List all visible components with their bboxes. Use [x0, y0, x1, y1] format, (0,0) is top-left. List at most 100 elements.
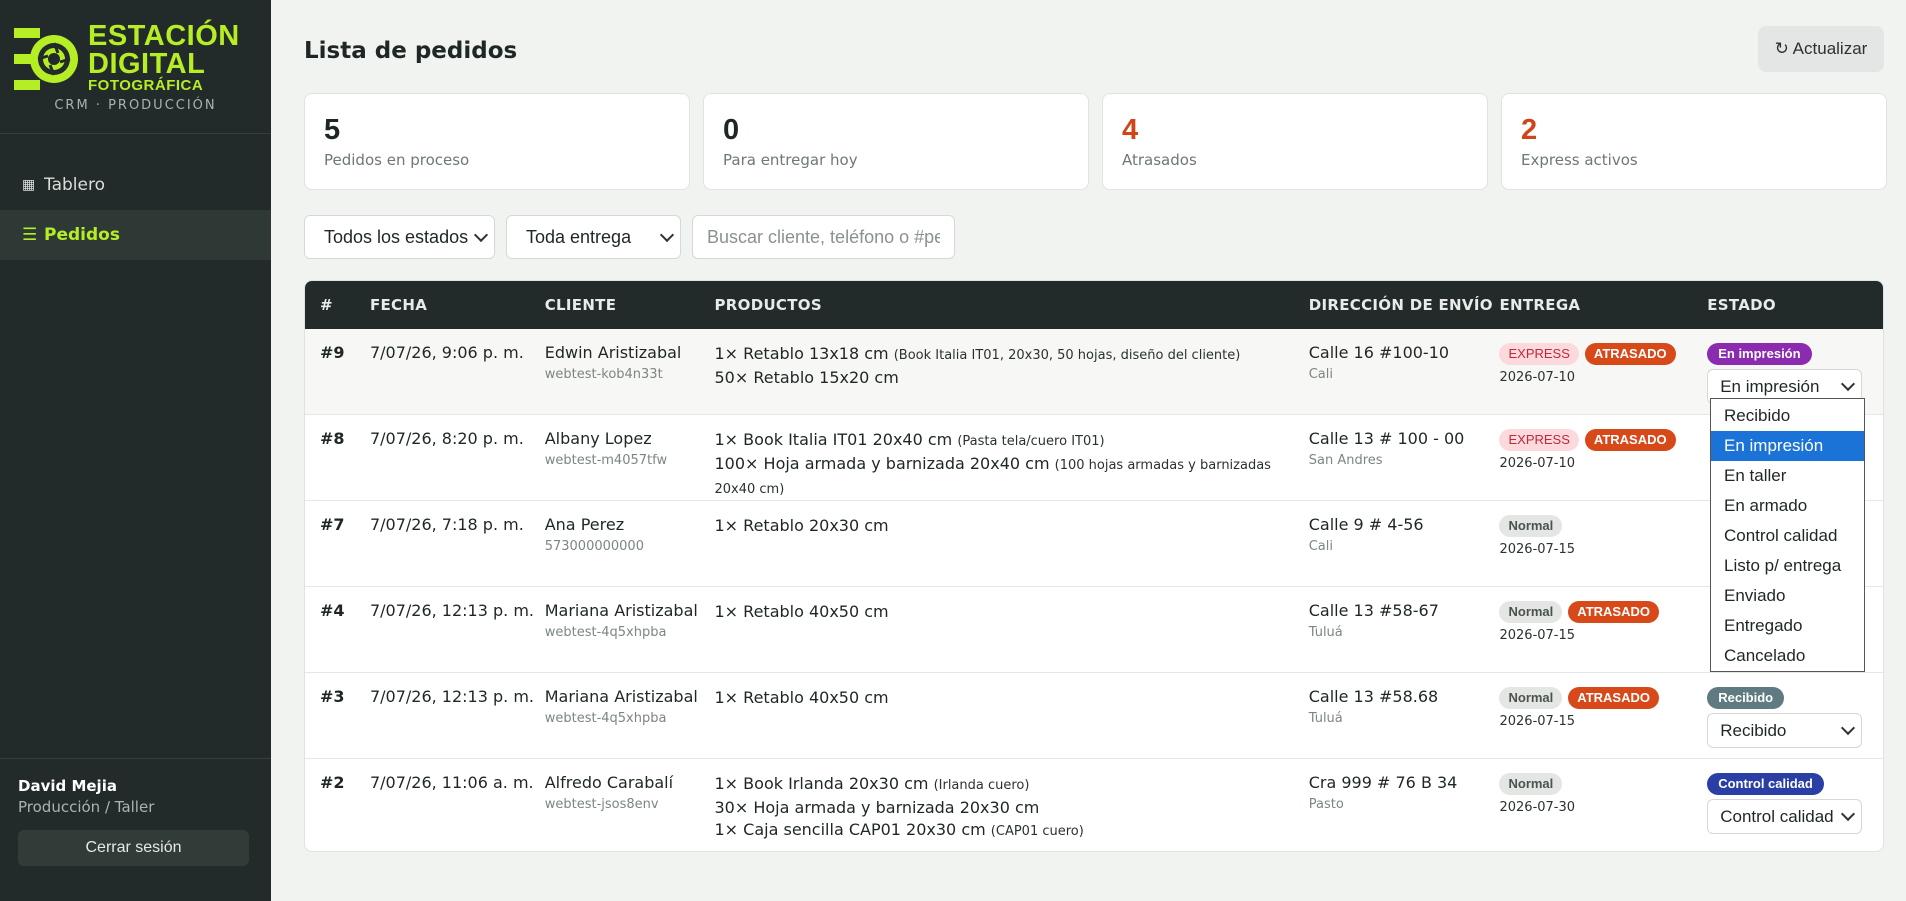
stat-value: 0 — [723, 114, 740, 146]
delivery-date: 2026-07-15 — [1499, 714, 1576, 729]
column-header: CLIENTE — [544, 296, 617, 314]
delivery-cell: EXPRESS ATRASADO 2026-07-10 — [1499, 343, 1707, 414]
status-select-value: Control calidad — [1720, 806, 1834, 826]
delivery-cell: Normal ATRASADO 2026-07-15 — [1499, 601, 1707, 672]
client-cell: Albany Lopez webtest-m4057tfw — [545, 429, 715, 500]
delivery-date: 2026-07-15 — [1499, 628, 1576, 643]
brand-name: ESTACIÓN DIGITAL FOTOGRÁFICA — [88, 22, 240, 94]
dropdown-option-listo-entrega[interactable]: Listo p/ entrega — [1711, 551, 1864, 581]
logout-button[interactable]: Cerrar sesión — [18, 830, 249, 866]
column-header: FECHA — [369, 296, 428, 314]
order-number: #4 — [320, 601, 345, 620]
user-name: David Mejia — [18, 777, 117, 795]
product-line: 100× Hoja armada y barnizada 20x40 cm (1… — [715, 453, 1309, 501]
order-date: 7/07/26, 8:20 p. m. — [369, 429, 524, 448]
stat-label: Pedidos en proceso — [324, 151, 470, 169]
sidebar-item-tablero[interactable]: ▦ Tablero — [0, 160, 271, 210]
sidebar-item-label: Pedidos — [44, 225, 120, 245]
client-id: webtest-4q5xhpba — [544, 625, 667, 640]
city: Tuluá — [1308, 625, 1343, 640]
product-text: 100× Hoja armada y barnizada 20x40 cm — [714, 454, 1050, 473]
products-cell: 1× Retablo 40x50 cm — [715, 687, 1309, 758]
status-badge: Recibido — [1707, 687, 1785, 709]
address: Cra 999 # 76 B 34 — [1308, 773, 1458, 792]
refresh-button[interactable]: ↻ Actualizar — [1758, 26, 1884, 72]
table-row[interactable]: #2 7/07/26, 11:06 a. m. Alfredo Carabalí… — [305, 759, 1883, 851]
status-badge: Control calidad — [1707, 773, 1824, 795]
address: Calle 13 #58.68 — [1308, 687, 1439, 706]
product-line: 50× Retablo 15x20 cm — [715, 367, 1309, 389]
product-text: 1× Retablo 13x18 cm — [714, 344, 889, 363]
status-cell: Recibido Recibido — [1707, 687, 1883, 758]
status-filter-value: Todos los estados — [324, 226, 469, 247]
client-cell: Ana Perez 573000000000 — [545, 515, 715, 586]
stat-card: 0 Para entregar hoy — [703, 93, 1089, 190]
delivery-cell: Normal 2026-07-15 — [1499, 515, 1707, 586]
delivery-filter-select[interactable]: Toda entrega — [506, 215, 681, 259]
column-header: ESTADO — [1707, 296, 1776, 314]
table-row[interactable]: #3 7/07/26, 12:13 p. m. Mariana Aristiza… — [305, 673, 1883, 759]
dropdown-option-en-taller[interactable]: En taller — [1711, 461, 1864, 491]
sidebar-item-pedidos[interactable]: ☰ Pedidos — [0, 210, 271, 260]
dropdown-option-control-calidad[interactable]: Control calidad — [1711, 521, 1864, 551]
list-icon: ☰ — [22, 225, 38, 245]
delivery-date: 2026-07-30 — [1499, 800, 1576, 815]
dropdown-option-entregado[interactable]: Entregado — [1711, 611, 1864, 641]
camera-shutter-logo-icon — [14, 28, 78, 90]
stat-label: Para entregar hoy — [723, 151, 858, 169]
late-badge: ATRASADO — [1568, 687, 1659, 709]
address-cell: Cra 999 # 76 B 34 Pasto — [1309, 773, 1500, 851]
client-name: Albany Lopez — [544, 429, 652, 448]
address: Calle 13 #58-67 — [1308, 601, 1439, 620]
dropdown-option-cancelado[interactable]: Cancelado — [1711, 641, 1864, 671]
status-select[interactable]: Recibido — [1707, 713, 1863, 748]
late-badge: ATRASADO — [1568, 601, 1659, 623]
dropdown-option-en-impresion[interactable]: En impresión — [1711, 431, 1864, 461]
client-id: webtest-kob4n33t — [544, 367, 663, 382]
brand-logo: ESTACIÓN DIGITAL FOTOGRÁFICA CRM · PRODU… — [0, 0, 271, 134]
normal-badge: Normal — [1499, 515, 1563, 537]
dropdown-option-recibido[interactable]: Recibido — [1711, 401, 1864, 431]
stat-card: 5 Pedidos en proceso — [304, 93, 690, 190]
delivery-date: 2026-07-15 — [1499, 542, 1576, 557]
product-line: 1× Caja sencilla CAP01 20x30 cm (CAP01 c… — [715, 819, 1309, 843]
products-cell: 1× Retablo 20x30 cm — [715, 515, 1309, 586]
dropdown-option-enviado[interactable]: Enviado — [1711, 581, 1864, 611]
status-filter-select[interactable]: Todos los estados — [304, 215, 495, 259]
status-select[interactable]: Control calidad — [1707, 799, 1863, 834]
page-title: Lista de pedidos — [304, 38, 518, 64]
table-row[interactable]: #7 7/07/26, 7:18 p. m. Ana Perez 5730000… — [305, 501, 1883, 587]
stat-label: Express activos — [1521, 151, 1638, 169]
table-row[interactable]: #9 7/07/26, 9:06 p. m. Edwin Aristizabal… — [305, 329, 1883, 415]
order-number: #2 — [320, 773, 345, 792]
table-row[interactable]: #8 7/07/26, 8:20 p. m. Albany Lopez webt… — [305, 415, 1883, 501]
column-header: ENTREGA — [1499, 296, 1581, 314]
sidebar-nav: ▦ Tablero ☰ Pedidos — [0, 160, 271, 260]
stat-value: 5 — [324, 114, 341, 146]
dropdown-option-en-armado[interactable]: En armado — [1711, 491, 1864, 521]
filters-bar: Todos los estados Toda entrega — [304, 215, 955, 259]
late-badge: ATRASADO — [1584, 429, 1676, 451]
product-text: 1× Book Italia IT01 20x40 cm — [714, 430, 953, 449]
product-note: (CAP01 cuero) — [990, 824, 1084, 839]
products-cell: 1× Book Italia IT01 20x40 cm (Pasta tela… — [715, 429, 1309, 500]
product-line: 1× Retablo 13x18 cm (Book Italia IT01, 2… — [715, 343, 1309, 367]
city: Cali — [1308, 367, 1334, 382]
order-number: #9 — [320, 343, 345, 362]
brand-line-1: ESTACIÓN — [88, 20, 240, 52]
order-number: #8 — [320, 429, 345, 448]
product-text: 50× Retablo 15x20 cm — [714, 368, 899, 387]
sidebar-item-label: Tablero — [44, 175, 105, 195]
client-id: webtest-m4057tfw — [544, 453, 668, 468]
column-header: # — [320, 296, 333, 314]
product-line: 1× Retablo 40x50 cm — [715, 687, 1309, 709]
delivery-cell: EXPRESS ATRASADO 2026-07-10 — [1499, 429, 1707, 500]
express-badge: EXPRESS — [1499, 429, 1579, 451]
status-dropdown-list: Recibido En impresión En taller En armad… — [1710, 398, 1865, 672]
product-text: 1× Retablo 40x50 cm — [714, 602, 889, 621]
order-date: 7/07/26, 11:06 a. m. — [369, 773, 534, 792]
search-input[interactable] — [692, 215, 955, 259]
products-cell: 1× Retablo 40x50 cm — [715, 601, 1309, 672]
table-row[interactable]: #4 7/07/26, 12:13 p. m. Mariana Aristiza… — [305, 587, 1883, 673]
normal-badge: Normal — [1499, 601, 1563, 623]
